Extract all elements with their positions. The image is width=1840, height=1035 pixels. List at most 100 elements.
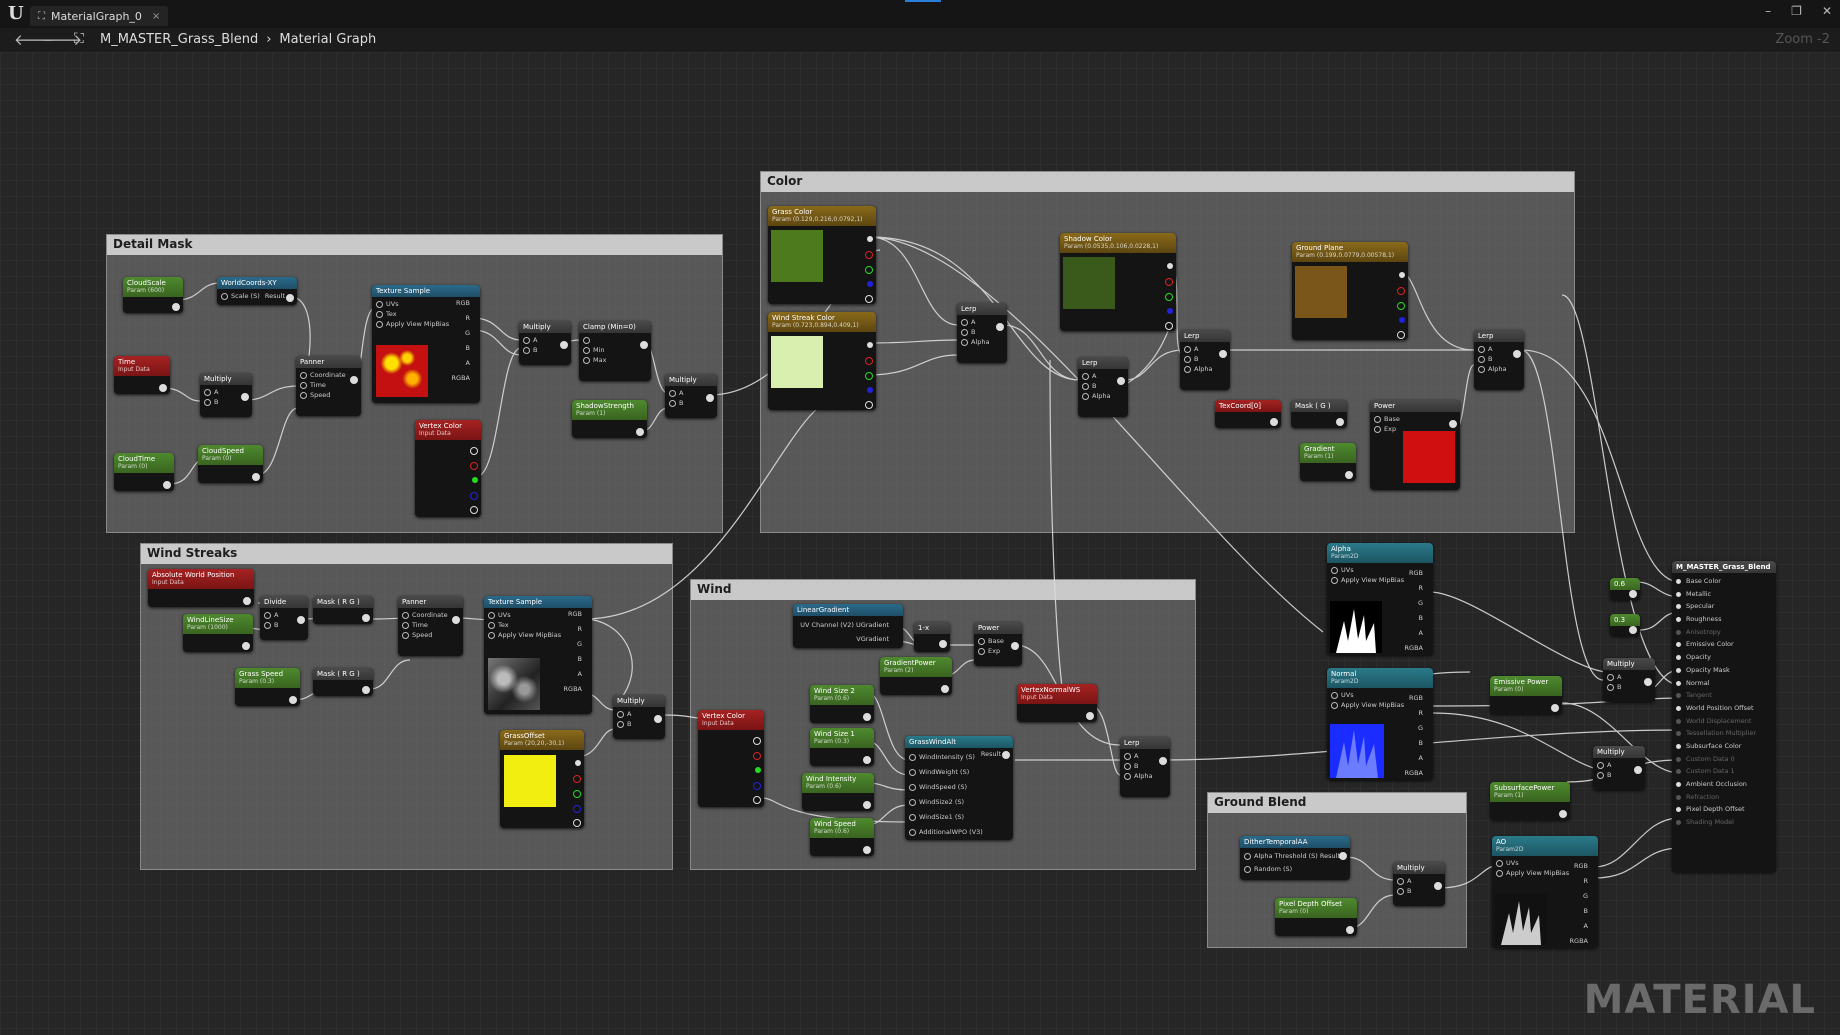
pin-alpha[interactable]: Alpha bbox=[1478, 364, 1520, 374]
node-mask-rg-2[interactable]: Mask ( R G ) bbox=[313, 668, 373, 696]
pin-rgb[interactable]: RGB bbox=[1570, 859, 1588, 874]
material-input-pin[interactable]: Pixel Depth Offset bbox=[1672, 803, 1776, 816]
pin-coordinate[interactable]: Coordinate bbox=[402, 610, 459, 620]
material-input-pin[interactable]: Normal bbox=[1672, 677, 1776, 690]
output-pin[interactable] bbox=[1434, 882, 1442, 890]
node-subsurface-power[interactable]: SubsurfacePower Param (1) bbox=[1490, 782, 1570, 820]
node-wind-speed[interactable]: Wind Speed Param (0.6) bbox=[810, 818, 874, 856]
restore-icon[interactable]: ❐ bbox=[1791, 4, 1802, 18]
material-input-pin[interactable]: Metallic bbox=[1672, 588, 1776, 601]
output-pin[interactable] bbox=[1219, 350, 1227, 358]
pin-additional-wpo[interactable]: AdditionalWPO (V3) bbox=[909, 825, 1009, 840]
node-dither-temporal-aa[interactable]: DitherTemporalAA Alpha Threshold (S) Res… bbox=[1240, 836, 1350, 880]
output-pin[interactable] bbox=[1559, 810, 1567, 818]
pin-rgb[interactable]: RGB bbox=[452, 296, 470, 311]
channel-rgb-pin[interactable] bbox=[1167, 263, 1173, 269]
node-multiply-1[interactable]: Multiply AB bbox=[200, 373, 252, 417]
pin-wind-weight[interactable]: WindWeight (S) bbox=[909, 765, 1009, 780]
node-clamp[interactable]: Clamp (Min=0) Min Max bbox=[579, 321, 651, 381]
output-pin[interactable] bbox=[297, 616, 305, 624]
channel-r-pin[interactable] bbox=[1165, 278, 1173, 286]
channel-a-pin[interactable] bbox=[865, 401, 873, 409]
output-pin[interactable] bbox=[286, 294, 294, 302]
material-input-pin[interactable]: Subsurface Color bbox=[1672, 740, 1776, 753]
node-one-minus[interactable]: 1-x bbox=[914, 622, 950, 652]
output-pin[interactable] bbox=[863, 713, 871, 721]
node-wind-size-1[interactable]: Wind Size 1 Param (0.3) bbox=[810, 728, 874, 766]
channel-g-pin[interactable] bbox=[865, 372, 873, 380]
output-pin[interactable] bbox=[172, 303, 180, 311]
node-power-2[interactable]: Power Base Exp bbox=[974, 622, 1022, 666]
node-multiply-3[interactable]: Multiply AB bbox=[665, 374, 717, 418]
close-icon[interactable]: ✕ bbox=[1822, 4, 1832, 18]
pin-r[interactable]: R bbox=[452, 311, 470, 326]
channel-b-pin[interactable] bbox=[753, 782, 761, 790]
node-cloud-scale[interactable]: CloudScale Param (600) bbox=[123, 277, 183, 313]
node-lerp-4[interactable]: Lerp A B Alpha bbox=[1474, 330, 1524, 390]
pin-time[interactable]: Time bbox=[402, 620, 459, 630]
pin-rgba[interactable]: RGBA bbox=[1570, 934, 1588, 948]
channel-g-pin[interactable] bbox=[865, 266, 873, 274]
pin-g[interactable]: G bbox=[452, 326, 470, 341]
channel-a-pin[interactable] bbox=[573, 819, 581, 827]
channel-r-pin[interactable] bbox=[1397, 287, 1405, 295]
output-pin[interactable] bbox=[350, 376, 358, 384]
output-pin[interactable] bbox=[362, 614, 370, 622]
output-pin[interactable] bbox=[252, 473, 260, 481]
pin-coordinate[interactable]: Coordinate bbox=[300, 370, 357, 380]
node-multiply-5[interactable]: Multiply AB bbox=[1603, 658, 1655, 702]
output-pin[interactable] bbox=[289, 696, 297, 704]
output-pin[interactable] bbox=[1086, 712, 1094, 720]
pin-speed[interactable]: Speed bbox=[402, 630, 459, 640]
node-const-2[interactable]: 0.3 bbox=[1610, 614, 1640, 636]
node-texture-sample-1[interactable]: Texture Sample UVs Tex Apply View MipBias … bbox=[372, 285, 480, 403]
channel-g-pin[interactable] bbox=[1165, 293, 1173, 301]
pin-result[interactable]: Result bbox=[265, 292, 285, 300]
pin-r[interactable]: R bbox=[564, 622, 582, 637]
output-pin[interactable] bbox=[939, 640, 947, 648]
node-vertex-color-1[interactable]: Vertex Color Input Data bbox=[415, 420, 481, 517]
node-linear-gradient[interactable]: LinearGradient UV Channel (V2) UGradient… bbox=[793, 604, 903, 648]
node-time[interactable]: Time Input Data bbox=[114, 356, 170, 394]
channel-b-pin[interactable] bbox=[1167, 308, 1173, 314]
output-pin[interactable] bbox=[941, 685, 949, 693]
output-pin[interactable] bbox=[996, 323, 1004, 331]
material-input-pin[interactable]: Emissive Color bbox=[1672, 638, 1776, 651]
node-pixel-depth-offset[interactable]: Pixel Depth Offset Param (0) bbox=[1275, 898, 1357, 936]
output-pin[interactable] bbox=[1002, 751, 1010, 759]
pin-a[interactable]: A bbox=[452, 356, 470, 371]
pin-random[interactable]: Random (S) bbox=[1244, 863, 1346, 876]
material-input-pin[interactable]: Custom Data 1 bbox=[1672, 765, 1776, 778]
node-vertex-color-2[interactable]: Vertex Color Input Data bbox=[698, 710, 764, 807]
pin-speed[interactable]: Speed bbox=[300, 390, 357, 400]
pin-a[interactable]: A bbox=[564, 667, 582, 682]
material-input-pin[interactable]: Custom Data 0 bbox=[1672, 753, 1776, 766]
pin-ugradient[interactable]: UV Channel (V2) UGradient bbox=[799, 618, 889, 632]
output-pin[interactable] bbox=[1629, 590, 1637, 598]
output-pin[interactable] bbox=[241, 393, 249, 401]
material-input-pin[interactable]: Tessellation Multiplier bbox=[1672, 727, 1776, 740]
pin-vgradient[interactable]: VGradient bbox=[799, 632, 889, 646]
channel-b-pin[interactable] bbox=[1399, 317, 1405, 323]
output-pin[interactable] bbox=[1270, 418, 1278, 426]
channel-b-pin[interactable] bbox=[470, 492, 478, 500]
pin-g[interactable]: G bbox=[1570, 889, 1588, 904]
channel-b-pin[interactable] bbox=[867, 387, 873, 393]
pin-result[interactable]: Result bbox=[981, 750, 1001, 758]
pin-min[interactable]: Min bbox=[583, 345, 647, 355]
breadcrumb-graph[interactable]: Material Graph bbox=[279, 32, 376, 47]
node-wind-streak-color[interactable]: Wind Streak Color Param (0.723,0.894,0.40… bbox=[768, 312, 876, 410]
output-pin[interactable] bbox=[706, 394, 714, 402]
pin-g[interactable]: G bbox=[1405, 596, 1423, 611]
node-const-1[interactable]: 0.6 bbox=[1610, 578, 1640, 600]
material-input-pin[interactable]: Specular bbox=[1672, 600, 1776, 613]
material-input-pin[interactable]: Ambient Occlusion bbox=[1672, 778, 1776, 791]
material-input-pin[interactable]: Refraction bbox=[1672, 791, 1776, 804]
node-shadow-strength[interactable]: ShadowStrength Param (1) bbox=[572, 400, 647, 438]
material-input-pin[interactable]: Opacity bbox=[1672, 651, 1776, 664]
output-pin[interactable] bbox=[1339, 852, 1347, 860]
channel-b-pin[interactable] bbox=[573, 805, 581, 813]
material-input-pin[interactable]: Base Color bbox=[1672, 575, 1776, 588]
pin-r[interactable]: R bbox=[1405, 581, 1423, 596]
pin-b[interactable]: B bbox=[452, 341, 470, 356]
